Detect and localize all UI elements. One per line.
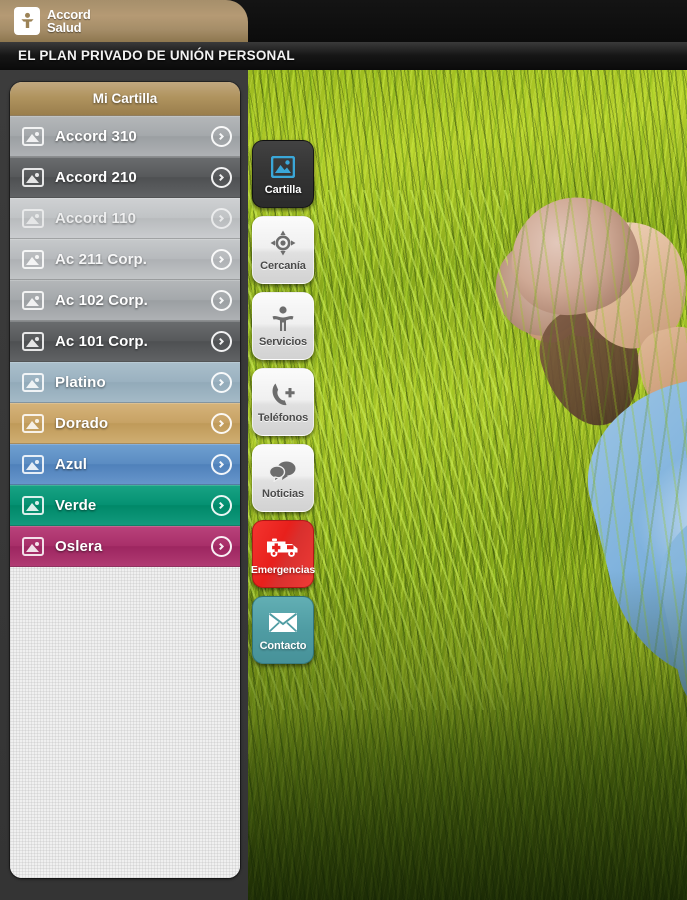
tab-label: Servicios	[258, 335, 308, 348]
brand-logo: Accord Salud	[14, 7, 91, 35]
picture-placeholder-icon	[22, 249, 44, 269]
list-item-label: Dorado	[55, 414, 109, 432]
picture-placeholder-icon	[22, 413, 44, 433]
picture-placeholder-icon	[22, 495, 44, 515]
chevron-right-circle-icon[interactable]	[211, 207, 232, 229]
list-item-label: Accord 110	[55, 209, 137, 227]
picture-placeholder-icon	[22, 290, 44, 310]
sidebar: Mi Cartilla Accord 310 Accord 210 Accord 1…	[0, 70, 248, 900]
list-item-label: Ac 102 Corp.	[55, 291, 148, 309]
tagline-bar: EL PLAN PRIVADO DE UNIÓN PERSONAL	[0, 42, 687, 70]
tab-rail: Cartilla Cercanía Servicios Teléfonos Notici…	[250, 140, 316, 664]
list-item[interactable]: Accord 210	[10, 157, 240, 198]
tab-telfonos[interactable]: Teléfonos	[252, 368, 314, 436]
tab-cercana[interactable]: Cercanía	[252, 216, 314, 284]
list-item-label: Verde	[55, 496, 97, 514]
list-item-label: Ac 211 Corp.	[55, 250, 148, 268]
app-root: Accord Salud EL PLAN PRIVADO DE UNIÓN PE…	[0, 0, 687, 900]
chevron-right-circle-icon[interactable]	[211, 453, 232, 475]
person-icon	[271, 305, 295, 333]
panel-title: Mi Cartilla	[92, 91, 158, 106]
chevron-right-circle-icon[interactable]	[211, 371, 232, 393]
picture-placeholder-icon	[22, 208, 44, 228]
chevron-right-circle-icon[interactable]	[211, 166, 232, 188]
list-item-label: Accord 210	[55, 168, 137, 186]
plan-list[interactable]: Accord 310 Accord 210 Accord 110 Ac 211 Cor…	[10, 116, 240, 878]
tab-label: Teléfonos	[257, 411, 309, 424]
list-item-label: Oslera	[55, 537, 103, 555]
page-title: EL PLAN PRIVADO DE UNIÓN PERSONAL	[18, 48, 295, 63]
chevron-right-circle-icon[interactable]	[211, 248, 232, 270]
picture-placeholder-icon	[22, 372, 44, 392]
picture-icon	[271, 153, 295, 181]
ambulance-icon	[266, 533, 300, 561]
logo-line-1: Accord	[47, 6, 91, 22]
tab-label: Emergencias	[250, 563, 316, 576]
tab-contacto[interactable]: Contacto	[252, 596, 314, 664]
cartilla-panel: Mi Cartilla Accord 310 Accord 210 Accord 1…	[10, 82, 240, 878]
panel-header: Mi Cartilla	[10, 82, 240, 116]
chevron-right-circle-icon[interactable]	[211, 125, 232, 147]
tab-label: Cartilla	[264, 183, 302, 196]
list-item[interactable]: Ac 211 Corp.	[10, 239, 240, 280]
picture-placeholder-icon	[22, 126, 44, 146]
list-item[interactable]: Oslera	[10, 526, 240, 567]
compass-icon	[270, 229, 296, 257]
list-item[interactable]: Accord 110	[10, 198, 240, 239]
list-item[interactable]: Verde	[10, 485, 240, 526]
list-item-label: Ac 101 Corp.	[55, 332, 148, 350]
tab-cartilla[interactable]: Cartilla	[252, 140, 314, 208]
envelope-icon	[268, 609, 298, 637]
tab-label: Cercanía	[260, 259, 306, 272]
list-item[interactable]: Accord 310	[10, 116, 240, 157]
tab-emergencias[interactable]: Emergencias	[250, 520, 316, 588]
person-tree-icon	[14, 7, 40, 35]
chevron-right-circle-icon[interactable]	[211, 289, 232, 311]
picture-placeholder-icon	[22, 331, 44, 351]
list-item-label: Accord 310	[55, 127, 137, 145]
chevron-right-circle-icon[interactable]	[211, 535, 232, 557]
chat-bubbles-icon	[269, 457, 297, 485]
tab-label: Contacto	[259, 639, 307, 652]
list-item[interactable]: Ac 101 Corp.	[10, 321, 240, 362]
picture-placeholder-icon	[22, 167, 44, 187]
chevron-right-circle-icon[interactable]	[211, 494, 232, 516]
tab-label: Noticias	[262, 487, 304, 500]
list-item-label: Azul	[55, 455, 88, 473]
logo-bar: Accord Salud	[0, 0, 248, 42]
phone-plus-icon	[270, 381, 296, 409]
list-item[interactable]: Ac 102 Corp.	[10, 280, 240, 321]
chevron-right-circle-icon[interactable]	[211, 330, 232, 352]
picture-placeholder-icon	[22, 454, 44, 474]
tab-noticias[interactable]: Noticias	[252, 444, 314, 512]
list-item[interactable]: Platino	[10, 362, 240, 403]
picture-placeholder-icon	[22, 536, 44, 556]
tab-servicios[interactable]: Servicios	[252, 292, 314, 360]
list-item[interactable]: Azul	[10, 444, 240, 485]
list-item[interactable]: Dorado	[10, 403, 240, 444]
chevron-right-circle-icon[interactable]	[211, 412, 232, 434]
logo-line-2: Salud	[47, 20, 82, 35]
list-item-label: Platino	[55, 373, 106, 391]
